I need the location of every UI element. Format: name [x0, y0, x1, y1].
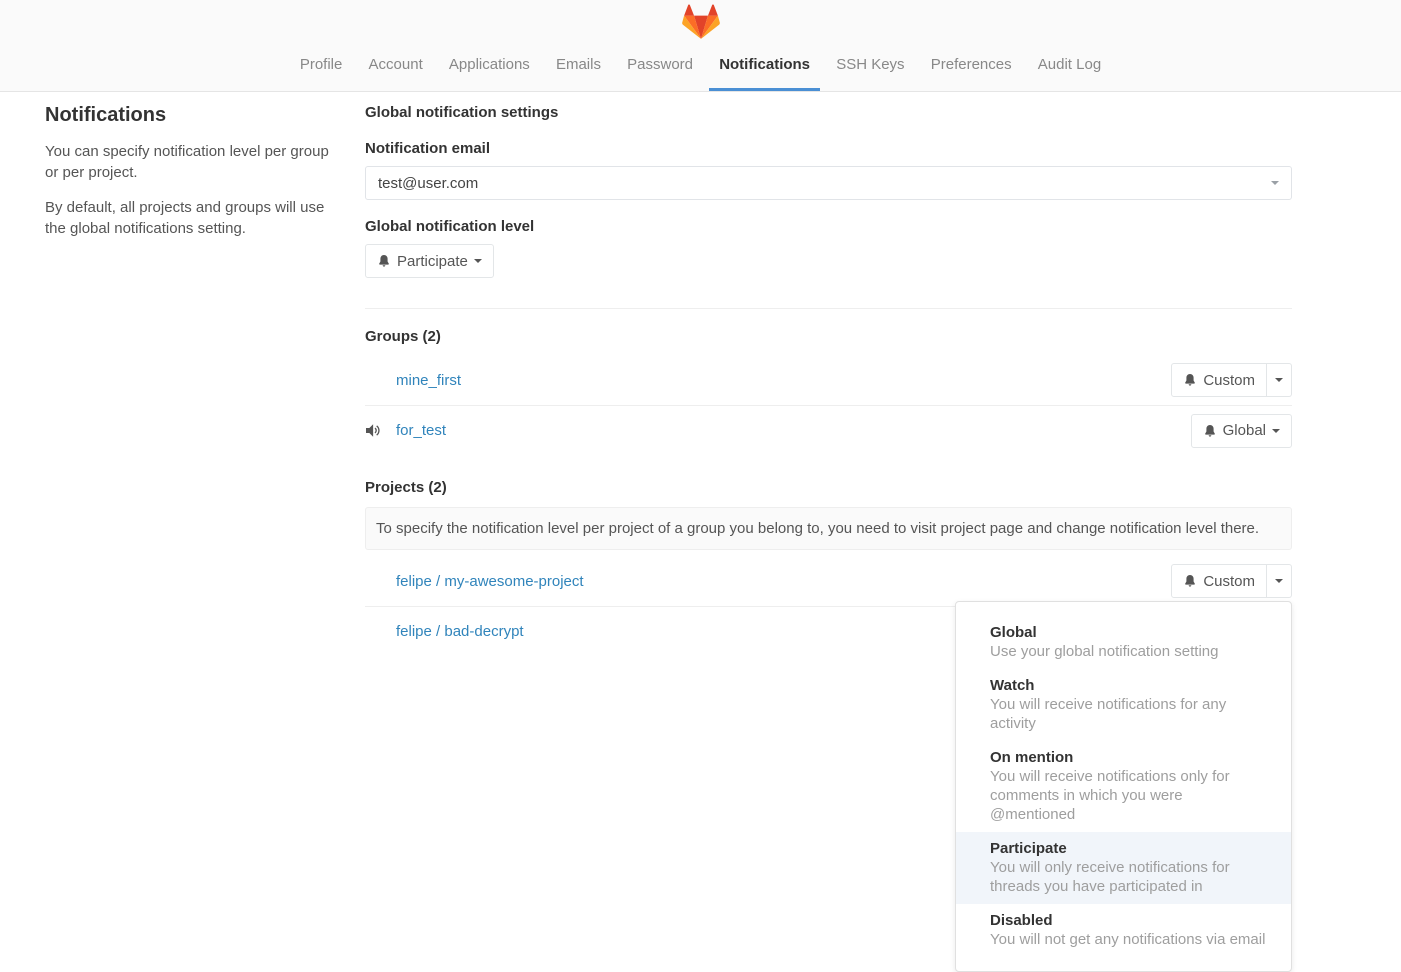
project-level-caret-button[interactable] — [1267, 564, 1292, 598]
project-link-bad-decrypt[interactable]: felipe / bad-decrypt — [396, 623, 524, 640]
caret-down-icon — [1275, 378, 1283, 382]
tab-preferences[interactable]: Preferences — [921, 56, 1022, 91]
project-link-my-awesome-project[interactable]: felipe / my-awesome-project — [396, 573, 584, 590]
notification-settings-main: Global notification settings Notificatio… — [365, 104, 1292, 656]
menu-item-title: Disabled — [990, 911, 1266, 930]
group-link-for-test[interactable]: for_test — [396, 422, 446, 439]
global-notification-level-button[interactable]: Participate — [365, 244, 494, 278]
notification-level-menu: Global Use your global notification sett… — [955, 601, 1292, 972]
project-level-split-button: Custom — [1171, 564, 1292, 598]
groups-list: mine_first Custom — [365, 355, 1292, 455]
notification-email-value: test@user.com — [378, 175, 478, 192]
profile-settings-header: Profile Account Applications Emails Pass… — [0, 0, 1401, 92]
group-notification-level-button[interactable]: Custom — [1171, 363, 1267, 397]
menu-item-description: You will not get any notifications via e… — [990, 930, 1266, 949]
tab-notifications[interactable]: Notifications — [709, 56, 820, 91]
gitlab-logo[interactable] — [682, 4, 720, 42]
project-row: felipe / my-awesome-project Custom — [365, 556, 1292, 606]
tab-emails[interactable]: Emails — [546, 56, 611, 91]
menu-item-description: Use your global notification setting — [990, 642, 1266, 661]
profile-settings-nav: Profile Account Applications Emails Pass… — [0, 56, 1401, 91]
notification-email-label: Notification email — [365, 140, 1292, 157]
bell-icon — [1203, 424, 1217, 438]
project-level-label: Custom — [1203, 573, 1255, 590]
project-level-dropdown-wrap: Custom Global Use your global notificati… — [1171, 564, 1292, 598]
menu-item-disabled[interactable]: Disabled You will not get any notificati… — [956, 904, 1291, 957]
sidebar: Notifications You can specify notificati… — [45, 104, 345, 656]
menu-item-title: Participate — [990, 839, 1266, 858]
logo-ear-left — [684, 4, 694, 15]
group-row: for_test Global — [365, 405, 1292, 455]
group-link-mine-first[interactable]: mine_first — [396, 372, 461, 389]
caret-down-icon — [1272, 429, 1280, 433]
menu-item-title: On mention — [990, 748, 1266, 767]
menu-item-watch[interactable]: Watch You will receive notifications for… — [956, 669, 1291, 741]
tab-account[interactable]: Account — [359, 56, 433, 91]
tab-applications[interactable]: Applications — [439, 56, 540, 91]
tab-audit-log[interactable]: Audit Log — [1028, 56, 1111, 91]
sidebar-description-2: By default, all projects and groups will… — [45, 197, 345, 239]
tab-profile[interactable]: Profile — [290, 56, 353, 91]
menu-item-description: You will only receive notifications for … — [990, 858, 1266, 896]
group-level-caret-button[interactable] — [1267, 363, 1292, 397]
caret-down-icon — [1275, 579, 1283, 583]
notification-level-label: Global notification level — [365, 218, 1292, 235]
group-level-label: Global — [1223, 422, 1266, 439]
menu-item-on-mention[interactable]: On mention You will receive notification… — [956, 741, 1291, 832]
page-title: Notifications — [45, 104, 345, 127]
projects-list: felipe / my-awesome-project Custom — [365, 556, 1292, 656]
tab-password[interactable]: Password — [617, 56, 703, 91]
sidebar-description-1: You can specify notification level per g… — [45, 141, 345, 183]
menu-item-global[interactable]: Global Use your global notification sett… — [956, 616, 1291, 669]
menu-item-description: You will receive notifications only for … — [990, 767, 1266, 824]
volume-up-icon — [365, 423, 387, 438]
group-row: mine_first Custom — [365, 355, 1292, 405]
page-content: Notifications You can specify notificati… — [0, 92, 1401, 696]
bell-icon — [377, 254, 391, 268]
caret-down-icon — [1271, 181, 1279, 185]
projects-info-note: To specify the notification level per pr… — [365, 507, 1292, 550]
caret-down-icon — [474, 259, 482, 263]
section-divider — [365, 308, 1292, 309]
projects-title: Projects (2) — [365, 479, 1292, 496]
global-settings-title: Global notification settings — [365, 104, 1292, 121]
menu-item-description: You will receive notifications for any a… — [990, 695, 1266, 733]
menu-item-title: Global — [990, 623, 1266, 642]
menu-item-title: Watch — [990, 676, 1266, 695]
menu-item-participate[interactable]: Participate You will only receive notifi… — [956, 832, 1291, 904]
notification-email-select[interactable]: test@user.com — [365, 166, 1292, 200]
tab-ssh-keys[interactable]: SSH Keys — [826, 56, 914, 91]
group-level-split-button: Custom — [1171, 363, 1292, 397]
group-notification-level-button[interactable]: Global — [1191, 414, 1292, 448]
project-notification-level-button[interactable]: Custom — [1171, 564, 1267, 598]
bell-icon — [1183, 373, 1197, 387]
group-level-label: Custom — [1203, 372, 1255, 389]
logo-ear-right — [707, 4, 717, 15]
bell-icon — [1183, 574, 1197, 588]
level-button-label: Participate — [397, 253, 468, 270]
groups-title: Groups (2) — [365, 328, 1292, 345]
